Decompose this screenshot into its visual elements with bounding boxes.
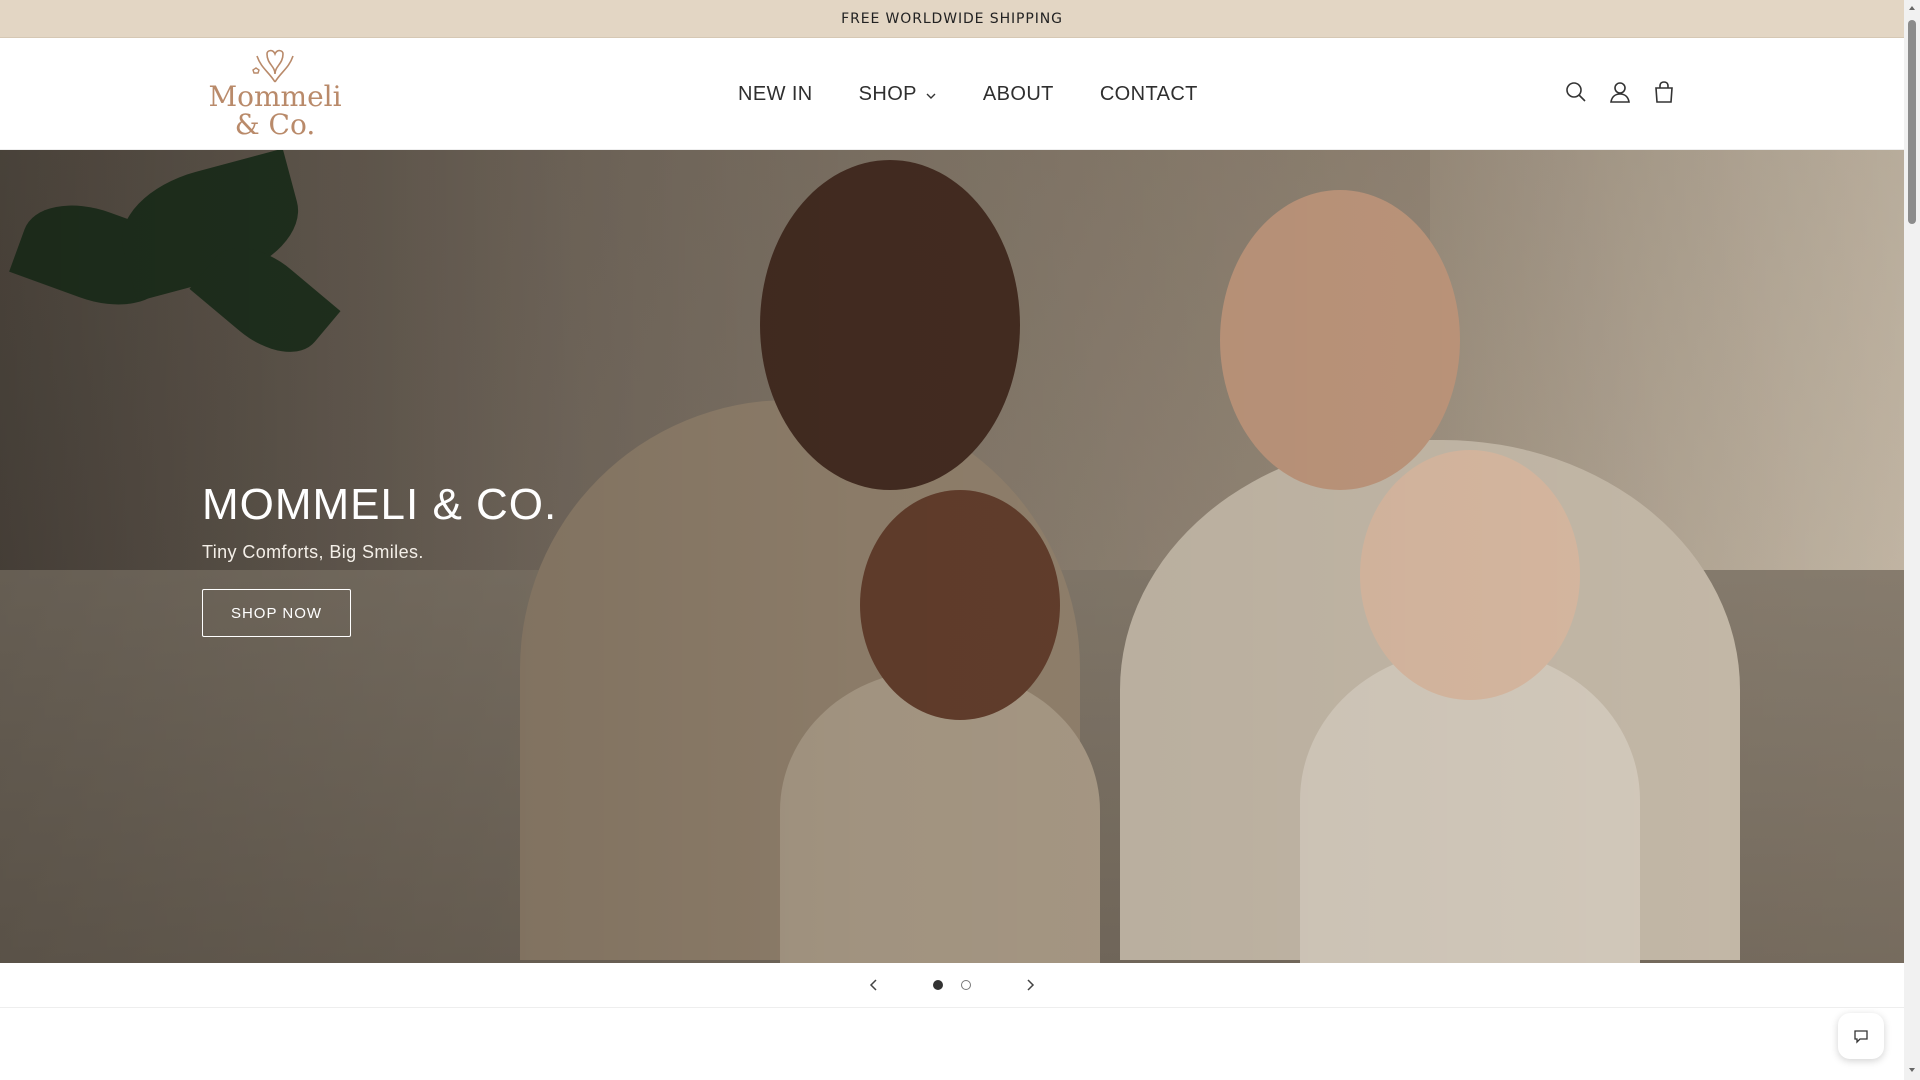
account-icon[interactable] (1606, 78, 1634, 106)
slider-dots (924, 980, 980, 990)
announcement-bar: FREE WORLDWIDE SHIPPING (0, 0, 1904, 38)
site-header: Mommeli & Co. NEW IN SHOP ABOUT CONTACT (0, 38, 1904, 150)
header-icons (1562, 78, 1678, 106)
chevron-down-icon (926, 93, 936, 99)
page-scrollbar[interactable] (1904, 0, 1920, 1080)
slide-dot-2[interactable] (961, 980, 971, 990)
cart-icon[interactable] (1650, 78, 1678, 106)
search-icon[interactable] (1562, 78, 1590, 106)
nav-item-contact[interactable]: CONTACT (1100, 83, 1198, 106)
nav-item-label: CONTACT (1099, 82, 1198, 105)
logo[interactable]: Mommeli & Co. (204, 48, 346, 140)
nav-item-new-in[interactable]: NEW IN (738, 83, 813, 106)
main-nav: NEW IN SHOP ABOUT CONTACT (738, 38, 1198, 150)
chat-button[interactable] (1838, 1013, 1884, 1059)
hero-banner: MOMMELI & CO. Tiny Comforts, Big Smiles.… (0, 150, 1904, 963)
nav-item-label: SHOP (858, 82, 917, 105)
logo-emblem-icon (252, 49, 294, 83)
announcement-text: FREE WORLDWIDE SHIPPING (841, 10, 1063, 27)
slider-controls (0, 963, 1904, 1008)
chevron-left-icon[interactable] (864, 975, 884, 995)
nav-item-label: NEW IN (738, 82, 813, 105)
shop-now-button[interactable]: SHOP NOW (202, 589, 351, 637)
slide-dot-1[interactable] (933, 980, 943, 990)
scroll-down-icon[interactable] (1908, 1066, 1916, 1074)
chevron-right-icon[interactable] (1020, 975, 1040, 995)
scrollbar-thumb[interactable] (1908, 20, 1916, 224)
nav-item-label: ABOUT (982, 82, 1054, 105)
scroll-up-icon[interactable] (1908, 4, 1916, 12)
nav-item-shop[interactable]: SHOP (859, 83, 937, 106)
chat-icon (1854, 1030, 1868, 1044)
shop-now-label: SHOP NOW (230, 604, 323, 622)
nav-item-about[interactable]: ABOUT (983, 83, 1054, 106)
logo-wordmark-line2: & Co. (234, 108, 316, 141)
hero-subtitle: Tiny Comforts, Big Smiles. (202, 542, 424, 562)
hero-title: MOMMELI & CO. (202, 480, 558, 529)
